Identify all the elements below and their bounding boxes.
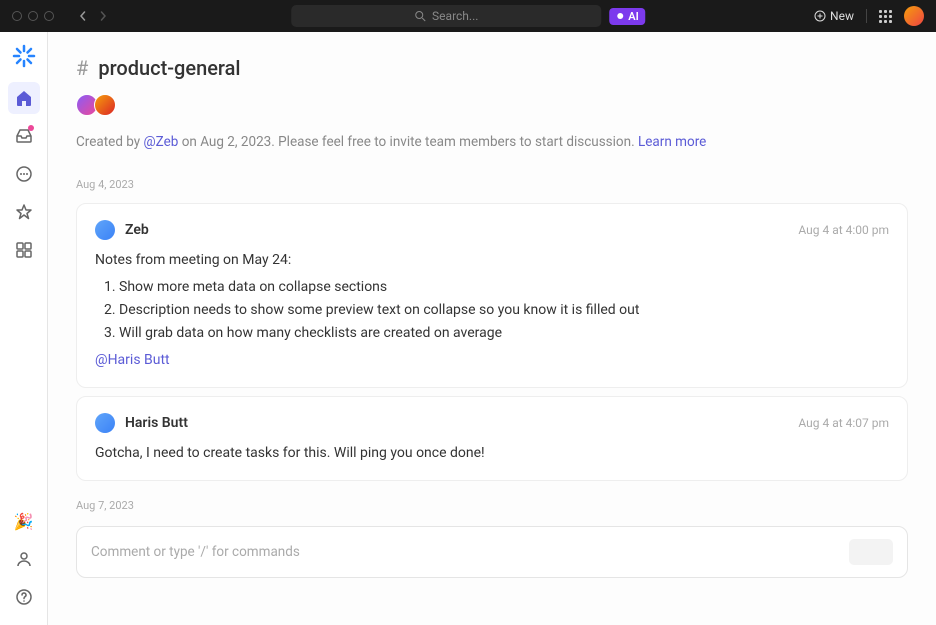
list-item: Description needs to show some preview t… bbox=[119, 300, 889, 321]
titlebar-right: New bbox=[814, 6, 924, 26]
created-suffix: on Aug 2, 2023. Please feel free to invi… bbox=[178, 134, 638, 150]
send-button[interactable] bbox=[849, 539, 893, 565]
message-card: Zeb Aug 4 at 4:00 pm Notes from meeting … bbox=[76, 203, 908, 388]
nav-forward-icon[interactable] bbox=[98, 11, 108, 21]
minimize-window[interactable] bbox=[28, 11, 38, 21]
search-area: Search... AI bbox=[291, 5, 645, 27]
list-item: Show more meta data on collapse sections bbox=[119, 277, 889, 298]
message-timestamp: Aug 4 at 4:07 pm bbox=[798, 416, 889, 430]
new-button[interactable]: New bbox=[814, 9, 854, 23]
hash-icon: # bbox=[76, 56, 88, 80]
sparkle-icon bbox=[615, 11, 625, 21]
window-controls bbox=[12, 11, 54, 21]
more-icon[interactable] bbox=[8, 158, 40, 190]
author-avatar[interactable] bbox=[95, 220, 115, 240]
message-body: Gotcha, I need to create tasks for this.… bbox=[95, 443, 889, 464]
learn-more-link[interactable]: Learn more bbox=[638, 134, 706, 150]
app-logo-icon[interactable] bbox=[12, 44, 36, 68]
nav-arrows bbox=[78, 11, 108, 21]
comment-composer[interactable]: Comment or type '/' for commands bbox=[76, 526, 908, 578]
date-divider: Aug 4, 2023 bbox=[76, 178, 908, 191]
member-avatars[interactable] bbox=[76, 94, 908, 116]
sidebar-bottom: 🎉 bbox=[8, 505, 40, 625]
maximize-window[interactable] bbox=[44, 11, 54, 21]
created-prefix: Created by bbox=[76, 134, 144, 150]
upgrade-icon[interactable]: 🎉 bbox=[8, 505, 40, 537]
ai-label: AI bbox=[628, 10, 639, 23]
date-divider: Aug 7, 2023 bbox=[76, 499, 908, 512]
search-input[interactable]: Search... bbox=[291, 5, 601, 27]
dashboard-icon[interactable] bbox=[8, 234, 40, 266]
author-avatar[interactable] bbox=[95, 413, 115, 433]
search-placeholder: Search... bbox=[432, 9, 478, 23]
message-header: Zeb Aug 4 at 4:00 pm bbox=[95, 220, 889, 240]
inbox-icon[interactable] bbox=[8, 120, 40, 152]
star-icon[interactable] bbox=[8, 196, 40, 228]
apps-grid-icon[interactable] bbox=[879, 10, 892, 23]
message-author: Haris Butt bbox=[125, 415, 188, 431]
message-author: Zeb bbox=[125, 222, 149, 238]
notification-dot bbox=[28, 125, 34, 131]
channel-description: Created by @Zeb on Aug 2, 2023. Please f… bbox=[76, 134, 908, 150]
close-window[interactable] bbox=[12, 11, 22, 21]
people-icon[interactable] bbox=[8, 543, 40, 575]
message-card: Haris Butt Aug 4 at 4:07 pm Gotcha, I ne… bbox=[76, 396, 908, 481]
message-text: Notes from meeting on May 24: bbox=[95, 250, 889, 271]
member-avatar bbox=[94, 94, 116, 116]
divider bbox=[866, 9, 867, 23]
message-timestamp: Aug 4 at 4:00 pm bbox=[798, 223, 889, 237]
main-layout: 🎉 # product-general Created by @Zeb on A… bbox=[0, 32, 936, 625]
message-list: Show more meta data on collapse sections… bbox=[95, 277, 889, 344]
search-icon bbox=[414, 10, 426, 22]
home-icon[interactable] bbox=[8, 82, 40, 114]
message-body: Notes from meeting on May 24: Show more … bbox=[95, 250, 889, 371]
sidebar: 🎉 bbox=[0, 32, 48, 625]
help-icon[interactable] bbox=[8, 581, 40, 613]
nav-back-icon[interactable] bbox=[78, 11, 88, 21]
list-item: Will grab data on how many checklists ar… bbox=[119, 323, 889, 344]
plus-circle-icon bbox=[814, 10, 826, 22]
channel-title: product-general bbox=[98, 56, 240, 80]
new-label: New bbox=[830, 9, 854, 23]
creator-mention[interactable]: @Zeb bbox=[144, 134, 179, 150]
ai-button[interactable]: AI bbox=[609, 8, 645, 25]
composer-placeholder: Comment or type '/' for commands bbox=[91, 544, 849, 560]
message-header: Haris Butt Aug 4 at 4:07 pm bbox=[95, 413, 889, 433]
user-avatar[interactable] bbox=[904, 6, 924, 26]
channel-header: # product-general bbox=[76, 56, 908, 80]
content-area: # product-general Created by @Zeb on Aug… bbox=[48, 32, 936, 625]
titlebar: Search... AI New bbox=[0, 0, 936, 32]
mention-link[interactable]: @Haris Butt bbox=[95, 350, 889, 371]
